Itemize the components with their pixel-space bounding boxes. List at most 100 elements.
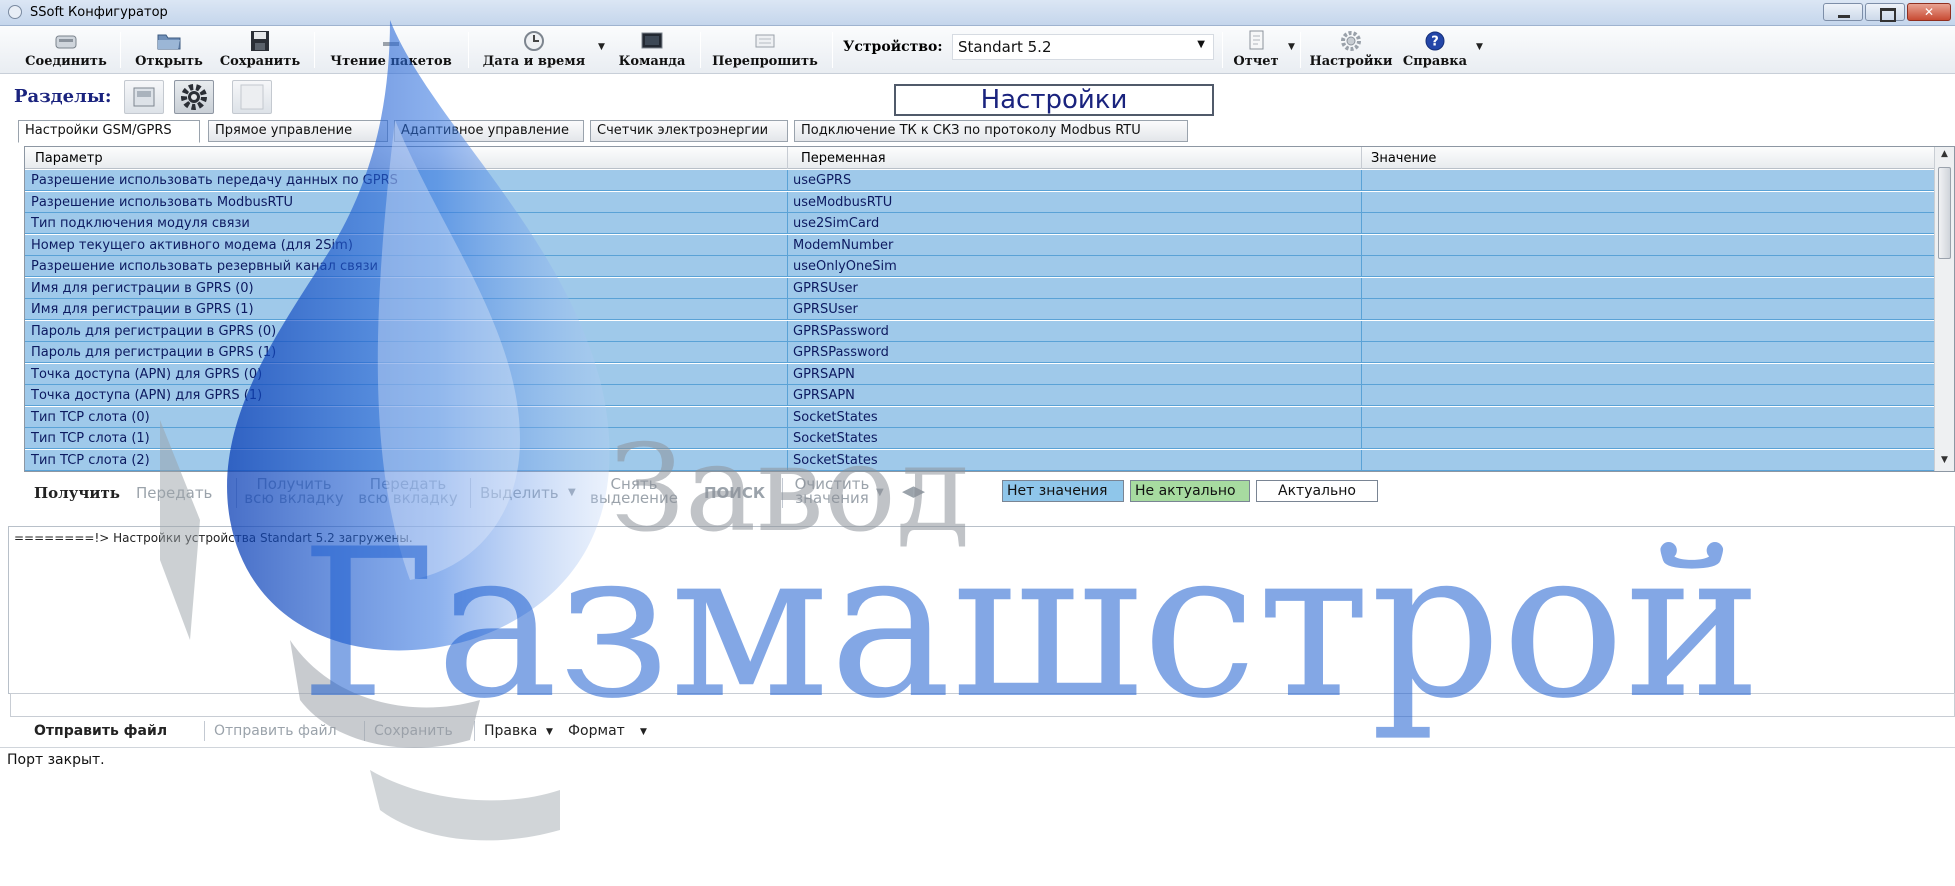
terminal-icon (641, 32, 663, 49)
table-row[interactable]: Тип TCP слота (1) SocketStates (25, 428, 1935, 449)
table-row[interactable]: Тип подключения модуля связи use2SimCard (25, 213, 1935, 234)
main-toolbar: Соединить Открыть Сохранить Чтение пакет… (0, 26, 1955, 74)
chevron-down-icon: ▼ (1197, 39, 1205, 50)
clear-dropdown-icon[interactable]: ▼ (876, 486, 884, 500)
select-dropdown-icon[interactable]: ▼ (568, 486, 576, 500)
table-row[interactable]: Разрешение использовать передачу данных … (25, 170, 1935, 191)
tab-gsm-gprs[interactable]: Настройки GSM/GPRS (18, 120, 200, 143)
table-row[interactable]: Разрешение использовать резервный канал … (25, 256, 1935, 277)
table-row[interactable]: Номер текущего активного модема (для 2Si… (25, 234, 1935, 256)
header-parameter[interactable]: Параметр (35, 151, 103, 166)
window-title: SSoft Конфигуратор (30, 5, 168, 20)
close-button[interactable] (1907, 3, 1951, 21)
variable-cell: GPRSAPN (793, 388, 855, 403)
table-actions-bar: Получить Передать Получить всю вкладку П… (14, 474, 1955, 512)
format-menu[interactable]: Формат (568, 723, 625, 739)
edit-dropdown-icon[interactable]: ▼ (546, 727, 553, 737)
datetime-dropdown-icon[interactable]: ▼ (598, 42, 605, 52)
table-row[interactable]: Имя для регистрации в GPRS (0) GPRSUser (25, 277, 1935, 299)
table-row[interactable]: Тип TCP слота (0) SocketStates (25, 406, 1935, 428)
page-title: Настройки (894, 84, 1214, 116)
table-row[interactable]: Пароль для регистрации в GPRS (0) GPRSPas… (25, 320, 1935, 342)
report-dropdown-icon[interactable]: ▼ (1288, 42, 1295, 52)
reflash-button[interactable]: Перепрошить (706, 29, 824, 71)
param-cell: Разрешение использовать передачу данных … (31, 173, 398, 188)
connect-icon (55, 35, 77, 49)
select-button[interactable]: Выделить (480, 486, 559, 501)
param-cell: Разрешение использовать резервный канал … (31, 259, 378, 274)
scroll-thumb[interactable] (1938, 167, 1951, 259)
command-label: Команда (618, 54, 686, 69)
table-scrollbar[interactable]: ▲ ▼ (1934, 147, 1954, 471)
clear-line2: значения (795, 489, 869, 507)
variable-cell: GPRSUser (793, 302, 858, 317)
param-cell: Пароль для регистрации в GPRS (1) (31, 345, 277, 360)
settings-button[interactable]: Настройки (1304, 29, 1398, 71)
save-button[interactable]: Сохранить (214, 29, 306, 71)
send-file-button[interactable]: Отправить файл (34, 723, 167, 739)
scroll-down-icon[interactable]: ▼ (1938, 455, 1951, 469)
help-button[interactable]: ? Справка (1398, 29, 1472, 71)
save-log-button[interactable]: Сохранить (374, 723, 453, 739)
edit-menu[interactable]: Правка (484, 723, 537, 739)
section-other-button[interactable] (232, 80, 272, 114)
connect-button[interactable]: Соединить (18, 29, 114, 71)
search-button[interactable]: ПОИСК (704, 486, 765, 501)
variable-cell: use2SimCard (793, 216, 880, 231)
report-button[interactable]: Отчет (1226, 29, 1286, 71)
param-cell: Точка доступа (APN) для GPRS (0) (31, 366, 263, 382)
report-label: Отчет (1233, 54, 1279, 69)
param-cell: Имя для регистрации в GPRS (0) (31, 280, 254, 296)
sections-label: Разделы: (14, 86, 112, 107)
deselect-line2: выделение (590, 489, 678, 507)
device-value: Standart 5.2 (958, 38, 1052, 56)
param-cell: Точка доступа (APN) для GPRS (1) (31, 388, 263, 403)
table-row[interactable]: Тип TCP слота (2) SocketStates (25, 449, 1935, 471)
device-select[interactable]: Standart 5.2 ▼ (952, 34, 1214, 60)
table-header: Параметр Переменная Значение (25, 147, 1935, 169)
device-label: Устройство: (843, 39, 943, 55)
section-device-button[interactable] (124, 80, 164, 114)
send-button[interactable]: Передать (136, 486, 212, 501)
nav-back-icon[interactable]: ◀▶ (902, 484, 925, 499)
header-variable[interactable]: Переменная (801, 151, 886, 166)
section-settings-button[interactable] (174, 80, 214, 114)
maximize-button[interactable] (1865, 3, 1905, 22)
get-button[interactable]: Получить (34, 486, 120, 501)
send-all-tab-button[interactable]: Передать всю вкладку (356, 477, 460, 506)
settings-gear-icon (181, 84, 207, 110)
scroll-up-icon[interactable]: ▲ (1938, 149, 1951, 163)
tab-direct-control[interactable]: Прямое управление (208, 120, 388, 142)
read-packets-button[interactable]: Чтение пакетов (320, 29, 462, 71)
legend-actual: Актуально (1256, 480, 1378, 502)
command-input[interactable] (10, 693, 1955, 717)
datetime-button[interactable]: Дата и время (474, 29, 594, 71)
tab-adaptive-control[interactable]: Адаптивное управление (394, 120, 584, 142)
command-button[interactable]: Команда (612, 29, 692, 71)
title-bar: SSoft Конфигуратор (0, 0, 1955, 26)
tab-modbus-rtu[interactable]: Подключение ТК к СКЗ по протоколу Modbus… (794, 120, 1188, 142)
variable-cell: SocketStates (793, 409, 878, 425)
header-value[interactable]: Значение (1371, 151, 1436, 166)
help-dropdown-icon[interactable]: ▼ (1476, 42, 1483, 52)
table-row[interactable]: Имя для регистрации в GPRS (1) GPRSUser (25, 299, 1935, 320)
legend-no-value: Нет значения (1002, 480, 1124, 502)
table-row[interactable]: Точка доступа (APN) для GPRS (1) GPRSAPN (25, 385, 1935, 406)
log-line: ========!> Настройки устройства Standart… (14, 531, 413, 545)
table-row[interactable]: Точка доступа (APN) для GPRS (0) GPRSAPN (25, 363, 1935, 385)
table-row[interactable]: Пароль для регистрации в GPRS (1) GPRSPas… (25, 342, 1935, 363)
format-dropdown-icon[interactable]: ▼ (640, 727, 647, 737)
get-all-tab-button[interactable]: Получить всю вкладку (242, 477, 346, 506)
send-file-secondary-button[interactable]: Отправить файл (214, 723, 337, 739)
clear-values-button[interactable]: Очистить значения (786, 477, 878, 507)
tab-power-meter[interactable]: Счетчик электроэнергии (590, 120, 788, 142)
deselect-button[interactable]: Снять выделение (588, 477, 680, 507)
variable-cell: GPRSAPN (793, 366, 855, 382)
minimize-button[interactable] (1823, 3, 1863, 21)
param-cell: Тип подключения модуля связи (31, 216, 250, 231)
table-row[interactable]: Разрешение использовать ModbusRTU useModb… (25, 191, 1935, 213)
open-label: Открыть (135, 54, 203, 69)
open-button[interactable]: Открыть (128, 29, 210, 71)
param-cell: Тип TCP слота (0) (31, 409, 150, 425)
connect-label: Соединить (25, 54, 107, 69)
